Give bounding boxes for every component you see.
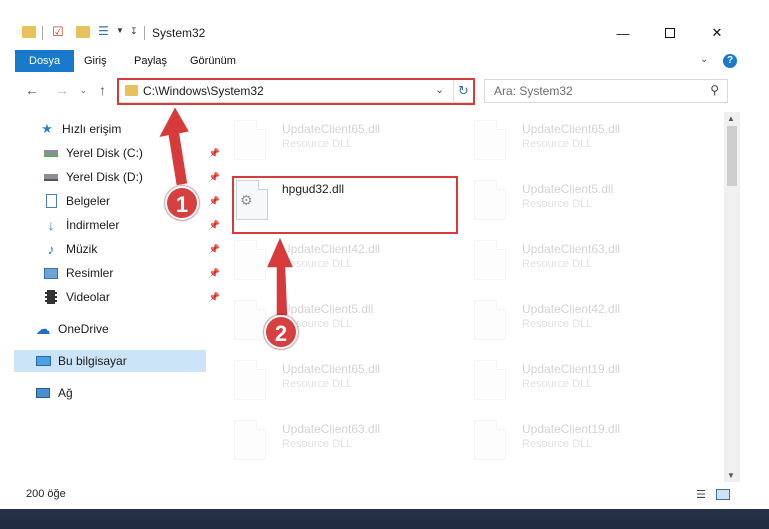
arrow-1 xyxy=(156,104,192,187)
annotation-arrows xyxy=(156,104,296,317)
step-badge-1: 1 xyxy=(165,186,199,220)
explorer-window: ☑ ☰ ▼ ↧ System32 — ✕ Dosya Giriş Paylaş … xyxy=(0,0,769,509)
arrow-2 xyxy=(264,234,296,317)
step-badge-2: 2 xyxy=(264,315,298,349)
